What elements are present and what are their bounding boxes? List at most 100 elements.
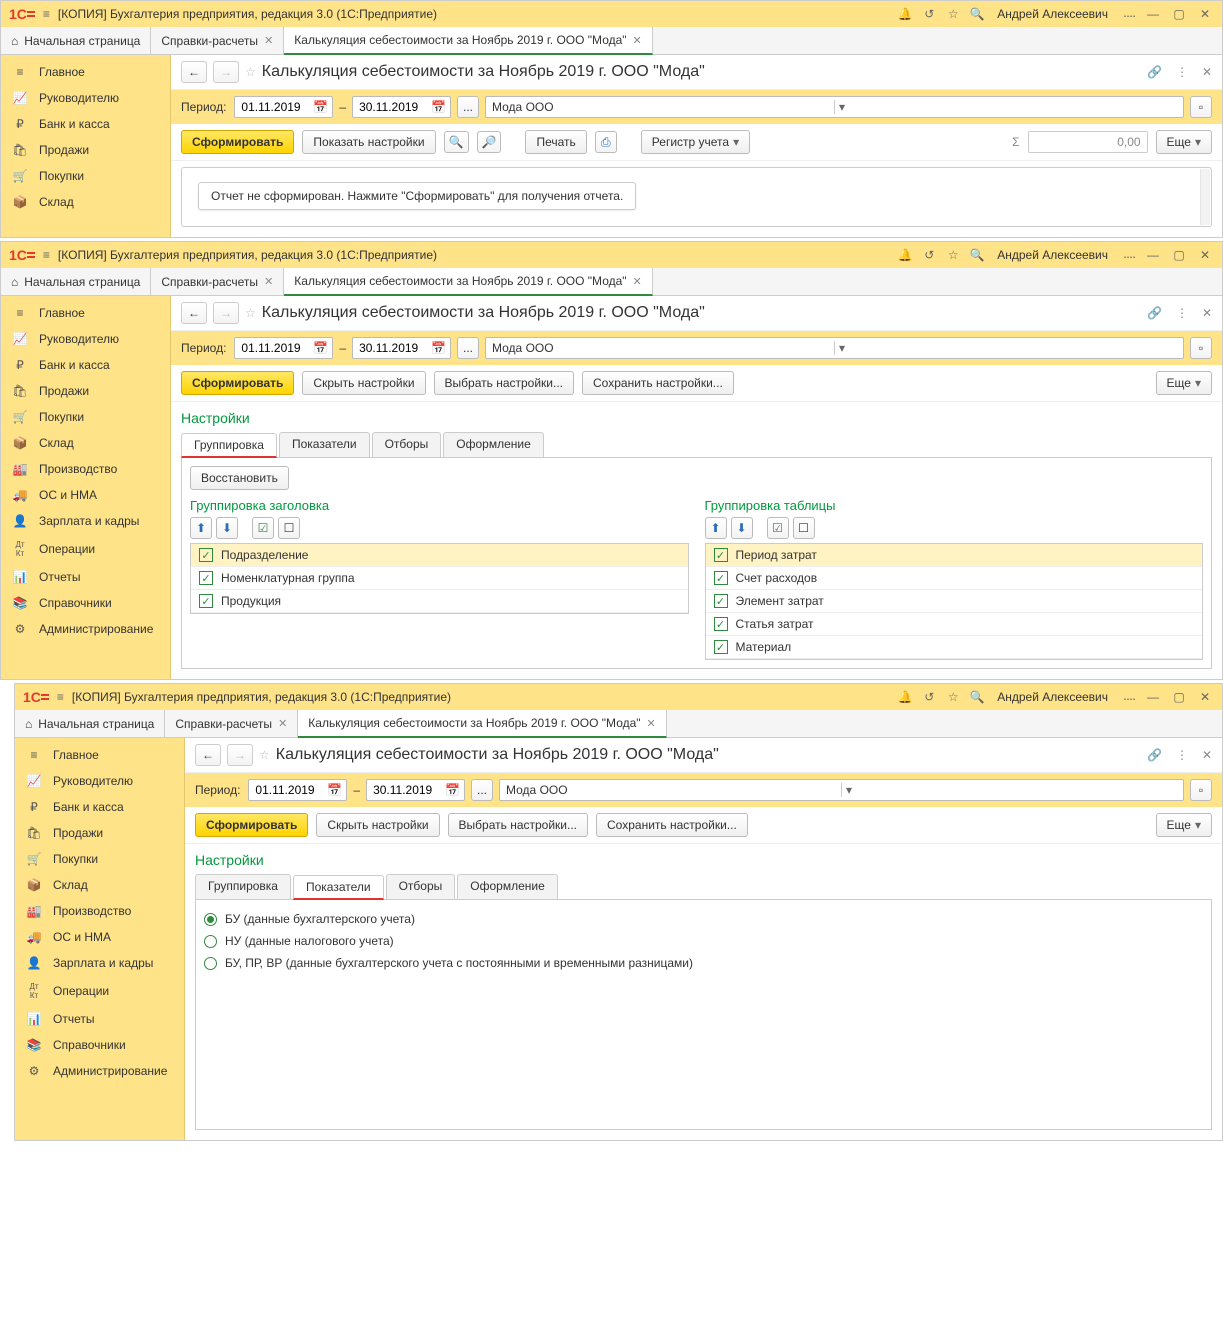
checkbox-icon[interactable]: ✓	[199, 571, 213, 585]
link-icon[interactable]: 🔗	[1147, 748, 1162, 762]
checkbox-icon[interactable]: ✓	[714, 571, 728, 585]
period-picker-button[interactable]: ...	[457, 96, 479, 118]
more-button[interactable]: Еще▾	[1156, 813, 1212, 837]
more-menu-icon[interactable]: ⋮	[1176, 65, 1188, 79]
check-all-button[interactable]: ☑	[252, 517, 274, 539]
date-from-input[interactable]: 📅	[248, 779, 347, 801]
page-close-icon[interactable]: ✕	[1202, 306, 1212, 320]
window-minimize-icon[interactable]: —	[1144, 690, 1162, 704]
sidebar-item[interactable]: 🏭Производство	[15, 898, 184, 924]
date-to-field[interactable]	[357, 340, 427, 356]
sidebar-item[interactable]: 🛒Покупки	[1, 163, 170, 189]
subtab-grouping[interactable]: Группировка	[195, 874, 291, 899]
user-name[interactable]: Андрей Алексеевич	[997, 690, 1108, 704]
check-all-button[interactable]: ☑	[767, 517, 789, 539]
calendar-icon[interactable]: 📅	[313, 100, 328, 114]
form-button[interactable]: Сформировать	[181, 371, 294, 395]
calendar-icon[interactable]: 📅	[431, 100, 446, 114]
history-icon[interactable]: ↺	[921, 7, 937, 21]
form-button[interactable]: Сформировать	[181, 130, 294, 154]
checkbox-icon[interactable]: ✓	[199, 594, 213, 608]
org-open-button[interactable]: ▫	[1190, 337, 1212, 359]
sidebar-item[interactable]: ⚙Администрирование	[15, 1058, 184, 1084]
sidebar-item[interactable]: 📈Руководителю	[15, 768, 184, 794]
print-button[interactable]: Печать	[525, 130, 586, 154]
sidebar-item[interactable]: ⚙Администрирование	[1, 616, 170, 642]
move-down-button[interactable]: ⬇	[731, 517, 753, 539]
date-to-input[interactable]: 📅	[352, 96, 451, 118]
settings-lines-icon[interactable]: ᠁	[1120, 245, 1136, 266]
search-icon[interactable]: 🔍	[969, 690, 985, 704]
sidebar-item[interactable]: 🛍Продажи	[1, 137, 170, 163]
date-from-input[interactable]: 📅	[234, 337, 333, 359]
back-button[interactable]: ←	[195, 744, 221, 766]
tab-calculation[interactable]: Калькуляция себестоимости за Ноябрь 2019…	[284, 27, 652, 55]
date-from-input[interactable]: 📅	[234, 96, 333, 118]
history-icon[interactable]: ↺	[921, 248, 937, 262]
date-to-input[interactable]: 📅	[352, 337, 451, 359]
main-menu-icon[interactable]: ≡	[43, 7, 50, 21]
favorite-icon[interactable]: ☆	[245, 65, 256, 79]
calendar-icon[interactable]: 📅	[313, 341, 328, 355]
subtab-filters[interactable]: Отборы	[386, 874, 456, 899]
settings-lines-icon[interactable]: ᠁	[1120, 4, 1136, 25]
user-name[interactable]: Андрей Алексеевич	[997, 7, 1108, 21]
sidebar-item[interactable]: 📊Отчеты	[1, 564, 170, 590]
restore-button[interactable]: Восстановить	[190, 466, 289, 490]
star-icon[interactable]: ☆	[945, 690, 961, 704]
sidebar-item[interactable]: ≡Главное	[1, 300, 170, 326]
radio-icon[interactable]	[204, 957, 217, 970]
checkbox-icon[interactable]: ✓	[714, 640, 728, 654]
list-item[interactable]: ✓Материал	[706, 636, 1203, 659]
main-menu-icon[interactable]: ≡	[43, 248, 50, 262]
sidebar-item[interactable]: 👤Зарплата и кадры	[15, 950, 184, 976]
organization-input[interactable]: Мода ООО▾	[485, 337, 1184, 359]
find-next-button[interactable]: 🔎	[477, 131, 502, 153]
calendar-icon[interactable]: 📅	[327, 783, 342, 797]
back-button[interactable]: ←	[181, 302, 207, 324]
date-from-field[interactable]	[253, 782, 323, 798]
window-maximize-icon[interactable]: ▢	[1170, 248, 1188, 262]
list-item[interactable]: ✓Статья затрат	[706, 613, 1203, 636]
favorite-icon[interactable]: ☆	[259, 748, 270, 762]
main-menu-icon[interactable]: ≡	[57, 690, 64, 704]
move-up-button[interactable]: ⬆	[190, 517, 212, 539]
hide-settings-button[interactable]: Скрыть настройки	[302, 371, 425, 395]
uncheck-all-button[interactable]: ☐	[278, 517, 300, 539]
sidebar-item[interactable]: ₽Банк и касса	[15, 794, 184, 820]
list-item[interactable]: ✓Элемент затрат	[706, 590, 1203, 613]
sidebar-item[interactable]: 📦Склад	[1, 430, 170, 456]
close-icon[interactable]: ✕	[278, 717, 287, 730]
tab-home[interactable]: ⌂ Начальная страница	[1, 27, 151, 54]
bell-icon[interactable]: 🔔	[897, 248, 913, 262]
window-close-icon[interactable]: ✕	[1196, 690, 1214, 704]
forward-button[interactable]: →	[227, 744, 253, 766]
sidebar-item[interactable]: 📚Справочники	[15, 1032, 184, 1058]
date-to-field[interactable]	[357, 99, 427, 115]
radio-option[interactable]: НУ (данные налогового учета)	[204, 930, 1203, 952]
subtab-filters[interactable]: Отборы	[372, 432, 442, 457]
date-from-field[interactable]	[239, 99, 309, 115]
radio-icon[interactable]	[204, 935, 217, 948]
tab-calculation[interactable]: Калькуляция себестоимости за Ноябрь 2019…	[298, 710, 666, 738]
sidebar-item[interactable]: 📚Справочники	[1, 590, 170, 616]
find-button[interactable]: 🔍	[444, 131, 469, 153]
save-settings-button[interactable]: Сохранить настройки...	[596, 813, 748, 837]
back-button[interactable]: ←	[181, 61, 207, 83]
list-item[interactable]: ✓Номенклатурная группа	[191, 567, 688, 590]
show-settings-button[interactable]: Показать настройки	[302, 130, 435, 154]
checkbox-icon[interactable]: ✓	[714, 594, 728, 608]
more-menu-icon[interactable]: ⋮	[1176, 306, 1188, 320]
sidebar-item[interactable]: 📦Склад	[15, 872, 184, 898]
list-item[interactable]: ✓Подразделение	[191, 544, 688, 567]
checkbox-icon[interactable]: ✓	[714, 548, 728, 562]
sidebar-item[interactable]: 🚚ОС и НМА	[15, 924, 184, 950]
favorite-icon[interactable]: ☆	[245, 306, 256, 320]
register-button[interactable]: Регистр учета▾	[641, 130, 750, 154]
forward-button[interactable]: →	[213, 61, 239, 83]
period-picker-button[interactable]: ...	[457, 337, 479, 359]
date-to-input[interactable]: 📅	[366, 779, 465, 801]
date-to-field[interactable]	[371, 782, 441, 798]
window-maximize-icon[interactable]: ▢	[1170, 7, 1188, 21]
close-icon[interactable]: ✕	[264, 34, 273, 47]
